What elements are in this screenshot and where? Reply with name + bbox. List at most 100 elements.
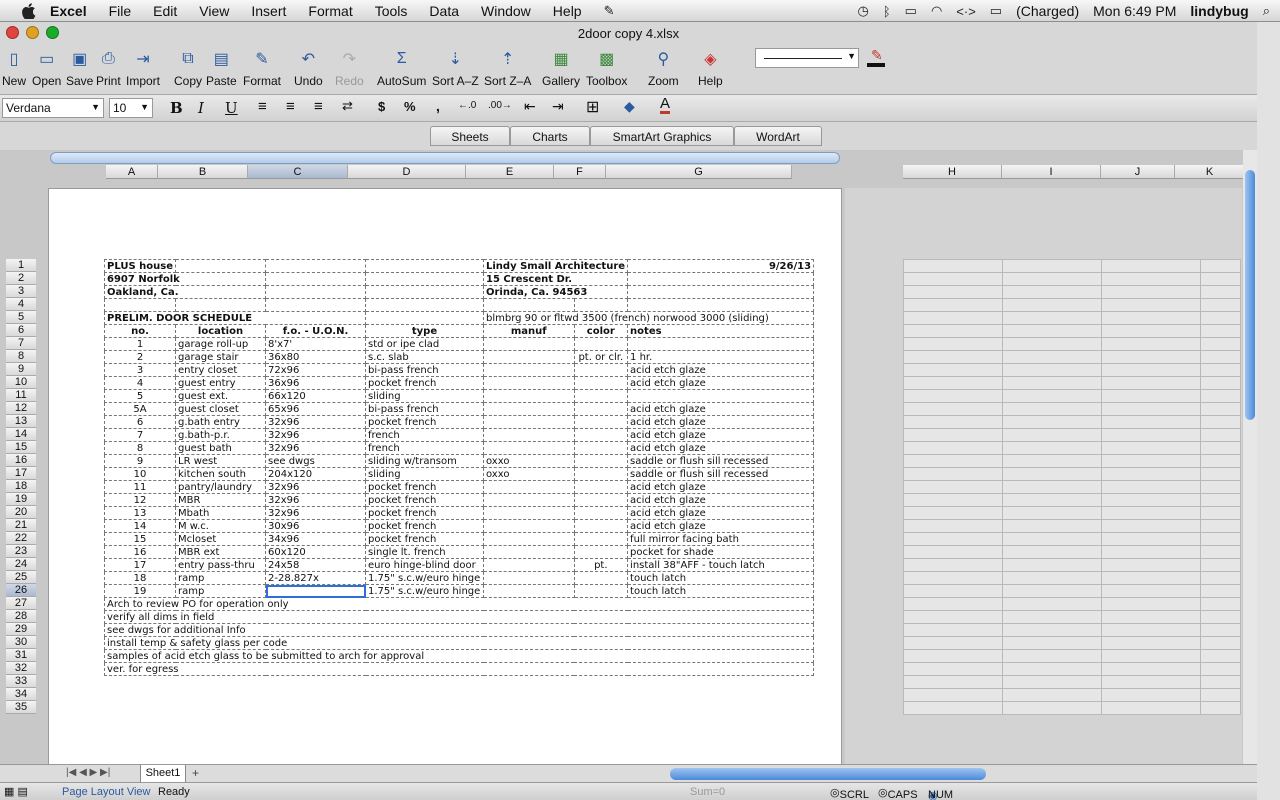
cell[interactable]	[1002, 389, 1102, 403]
cell[interactable]: 36x80	[265, 350, 366, 364]
row-header[interactable]: 21	[6, 519, 36, 532]
cell[interactable]: 4	[104, 376, 176, 390]
cell[interactable]: 17	[104, 558, 176, 572]
new-button[interactable]: ▯ New	[2, 48, 26, 88]
currency-icon[interactable]: $	[378, 99, 385, 114]
row-header[interactable]: 7	[6, 337, 36, 350]
underline-button[interactable]: U	[225, 99, 238, 117]
cell[interactable]	[573, 506, 629, 520]
cell[interactable]	[1200, 298, 1241, 312]
cell[interactable]: pocket french	[365, 506, 484, 520]
cell[interactable]	[1200, 623, 1241, 637]
cell[interactable]	[1101, 584, 1201, 598]
cell[interactable]: Lindy Small Architecture	[482, 259, 629, 273]
cell[interactable]	[1101, 610, 1201, 624]
cell[interactable]: 204x120	[265, 467, 366, 481]
cell[interactable]: bi-pass french	[365, 402, 484, 416]
cell[interactable]	[1200, 480, 1241, 494]
cell[interactable]	[483, 376, 575, 390]
cell[interactable]: 14	[104, 519, 176, 533]
cell[interactable]	[627, 337, 815, 351]
cell[interactable]: touch latch	[627, 571, 815, 585]
cell[interactable]	[483, 415, 575, 429]
row-header[interactable]: 5	[6, 311, 36, 324]
cell[interactable]: Orinda, Ca. 94563	[482, 285, 629, 299]
cell[interactable]	[1101, 285, 1201, 299]
cell[interactable]: 16	[104, 545, 176, 559]
cell[interactable]	[903, 285, 1003, 299]
cell[interactable]: acid etch glaze	[627, 402, 815, 416]
column-header-j[interactable]: J	[1101, 165, 1175, 179]
cell[interactable]: saddle or flush sill recessed	[627, 454, 815, 468]
cell[interactable]	[1101, 259, 1201, 273]
row-header[interactable]: 1	[6, 259, 36, 272]
cell[interactable]	[483, 506, 575, 520]
add-sheet-icon[interactable]: +	[192, 766, 199, 780]
cell[interactable]: ramp	[175, 584, 266, 598]
cell[interactable]	[365, 259, 484, 273]
cell[interactable]	[1101, 545, 1201, 559]
border-style-select[interactable]: ▼	[755, 48, 859, 68]
row-header[interactable]: 28	[6, 610, 36, 623]
cell[interactable]	[1002, 506, 1102, 520]
view-mode-label[interactable]: Page Layout View	[62, 786, 150, 798]
cell[interactable]: 8'x7'	[265, 337, 366, 351]
cell[interactable]: pocket french	[365, 493, 484, 507]
cell[interactable]: 72x96	[265, 363, 366, 377]
cell[interactable]	[1002, 662, 1102, 676]
italic-button[interactable]: I	[198, 99, 204, 117]
cell[interactable]: g.bath-p.r.	[175, 428, 266, 442]
cell[interactable]	[265, 272, 366, 286]
zoom-button[interactable]	[46, 26, 59, 39]
note-cell[interactable]: Arch to review PO for operation only	[103, 597, 815, 611]
menu-format[interactable]: Format	[308, 3, 352, 19]
cell[interactable]: 2	[104, 350, 176, 364]
cell[interactable]: acid etch glaze	[627, 428, 815, 442]
cell[interactable]	[1101, 272, 1201, 286]
cell[interactable]	[573, 493, 629, 507]
cell[interactable]: acid etch glaze	[627, 376, 815, 390]
line-color-icon[interactable]: ✎	[865, 47, 887, 68]
cell[interactable]	[1002, 441, 1102, 455]
cell[interactable]: 19	[104, 584, 176, 598]
cell[interactable]	[265, 259, 366, 273]
cell[interactable]	[1101, 402, 1201, 416]
cell[interactable]: 32x96	[265, 428, 366, 442]
cell[interactable]	[1002, 623, 1102, 637]
cell[interactable]	[1101, 480, 1201, 494]
cell[interactable]: 12	[104, 493, 176, 507]
cell[interactable]: guest bath	[175, 441, 266, 455]
cell[interactable]	[1200, 337, 1241, 351]
cell[interactable]: 5	[104, 389, 176, 403]
cell[interactable]: french	[365, 441, 484, 455]
row-header[interactable]: 17	[6, 467, 36, 480]
cell[interactable]	[903, 571, 1003, 585]
menu-tools[interactable]: Tools	[375, 3, 408, 19]
tab-smartart[interactable]: SmartArt Graphics	[590, 126, 734, 146]
cell[interactable]	[1101, 467, 1201, 481]
cell[interactable]	[903, 311, 1003, 325]
menu-insert[interactable]: Insert	[251, 3, 286, 19]
cell[interactable]	[104, 298, 176, 312]
cell[interactable]	[483, 402, 575, 416]
decrease-decimal-icon[interactable]: .00→	[488, 100, 512, 111]
cell[interactable]	[483, 584, 575, 598]
cell[interactable]	[1101, 363, 1201, 377]
cell[interactable]: pt. or clr.	[573, 350, 629, 364]
cell[interactable]	[483, 337, 575, 351]
cell[interactable]: touch latch	[627, 584, 815, 598]
row-header[interactable]: 10	[6, 376, 36, 389]
cell[interactable]	[1200, 389, 1241, 403]
script-menu-icon[interactable]: ✎	[604, 3, 615, 19]
row-header[interactable]: 11	[6, 389, 36, 402]
cell[interactable]	[1200, 363, 1241, 377]
cell[interactable]	[1200, 571, 1241, 585]
font-color-icon[interactable]: A	[660, 96, 671, 114]
cell[interactable]: saddle or flush sill recessed	[627, 467, 815, 481]
row-header[interactable]: 29	[6, 623, 36, 636]
cell[interactable]	[265, 298, 366, 312]
cell[interactable]	[1200, 441, 1241, 455]
cell[interactable]	[573, 298, 629, 312]
cell[interactable]	[903, 688, 1003, 702]
cell[interactable]	[903, 519, 1003, 533]
